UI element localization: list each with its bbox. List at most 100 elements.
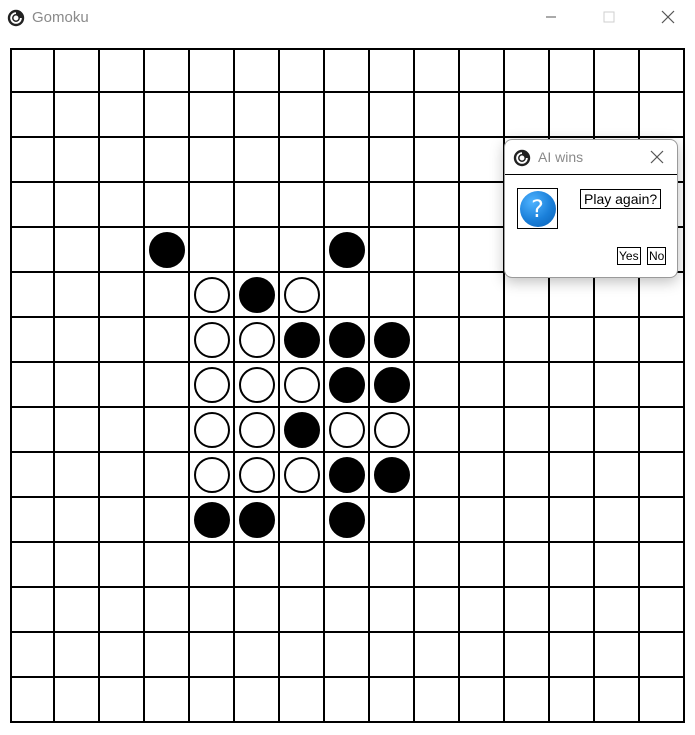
board-cell[interactable] xyxy=(145,633,190,678)
board-cell[interactable] xyxy=(235,588,280,633)
board-cell[interactable] xyxy=(325,408,370,453)
board-cell[interactable] xyxy=(640,498,685,543)
board-cell[interactable] xyxy=(415,93,460,138)
board-cell[interactable] xyxy=(325,138,370,183)
board-cell[interactable] xyxy=(460,543,505,588)
board-cell[interactable] xyxy=(10,93,55,138)
board-cell[interactable] xyxy=(370,138,415,183)
board-cell[interactable] xyxy=(55,363,100,408)
board-cell[interactable] xyxy=(370,183,415,228)
board-cell[interactable] xyxy=(280,633,325,678)
board-cell[interactable] xyxy=(595,588,640,633)
board-cell[interactable] xyxy=(460,93,505,138)
board-cell[interactable] xyxy=(370,633,415,678)
board-cell[interactable] xyxy=(550,678,595,723)
board-cell[interactable] xyxy=(325,453,370,498)
board-cell[interactable] xyxy=(550,318,595,363)
board-cell[interactable] xyxy=(550,48,595,93)
board-cell[interactable] xyxy=(550,408,595,453)
minimize-button[interactable] xyxy=(528,0,574,34)
board-cell[interactable] xyxy=(190,453,235,498)
board-cell[interactable] xyxy=(640,93,685,138)
board-cell[interactable] xyxy=(595,543,640,588)
board-cell[interactable] xyxy=(235,363,280,408)
board-cell[interactable] xyxy=(640,453,685,498)
board-cell[interactable] xyxy=(235,633,280,678)
board-cell[interactable] xyxy=(190,318,235,363)
board-cell[interactable] xyxy=(595,363,640,408)
board-cell[interactable] xyxy=(640,543,685,588)
board-cell[interactable] xyxy=(100,453,145,498)
board-cell[interactable] xyxy=(640,48,685,93)
board-cell[interactable] xyxy=(100,498,145,543)
board-cell[interactable] xyxy=(10,498,55,543)
board-cell[interactable] xyxy=(550,273,595,318)
board-cell[interactable] xyxy=(190,678,235,723)
board-cell[interactable] xyxy=(190,408,235,453)
board-cell[interactable] xyxy=(100,408,145,453)
board-cell[interactable] xyxy=(190,138,235,183)
board-cell[interactable] xyxy=(460,48,505,93)
board-cell[interactable] xyxy=(10,588,55,633)
board-cell[interactable] xyxy=(370,678,415,723)
board-cell[interactable] xyxy=(325,633,370,678)
board-cell[interactable] xyxy=(325,273,370,318)
board-cell[interactable] xyxy=(460,408,505,453)
board-cell[interactable] xyxy=(640,273,685,318)
board-cell[interactable] xyxy=(190,48,235,93)
board-cell[interactable] xyxy=(280,273,325,318)
board-cell[interactable] xyxy=(10,318,55,363)
board-cell[interactable] xyxy=(280,93,325,138)
board-cell[interactable] xyxy=(235,318,280,363)
board-cell[interactable] xyxy=(235,543,280,588)
board-cell[interactable] xyxy=(55,588,100,633)
board-cell[interactable] xyxy=(460,678,505,723)
board-cell[interactable] xyxy=(415,183,460,228)
board-cell[interactable] xyxy=(55,273,100,318)
board-cell[interactable] xyxy=(145,363,190,408)
board-cell[interactable] xyxy=(100,543,145,588)
board-cell[interactable] xyxy=(370,318,415,363)
board-cell[interactable] xyxy=(325,543,370,588)
board-cell[interactable] xyxy=(415,633,460,678)
board-cell[interactable] xyxy=(460,183,505,228)
board-cell[interactable] xyxy=(595,633,640,678)
board-cell[interactable] xyxy=(325,93,370,138)
board-cell[interactable] xyxy=(235,273,280,318)
board-cell[interactable] xyxy=(325,363,370,408)
board-cell[interactable] xyxy=(370,408,415,453)
board-cell[interactable] xyxy=(145,498,190,543)
board-cell[interactable] xyxy=(640,678,685,723)
board-cell[interactable] xyxy=(505,363,550,408)
board-cell[interactable] xyxy=(10,453,55,498)
board-cell[interactable] xyxy=(280,48,325,93)
board-cell[interactable] xyxy=(460,453,505,498)
board-cell[interactable] xyxy=(325,228,370,273)
board-cell[interactable] xyxy=(415,228,460,273)
board-cell[interactable] xyxy=(280,318,325,363)
board-cell[interactable] xyxy=(415,318,460,363)
board-cell[interactable] xyxy=(145,588,190,633)
board-cell[interactable] xyxy=(55,93,100,138)
board-cell[interactable] xyxy=(100,363,145,408)
maximize-button[interactable] xyxy=(586,0,632,34)
board-cell[interactable] xyxy=(145,138,190,183)
board-cell[interactable] xyxy=(505,633,550,678)
board-cell[interactable] xyxy=(145,408,190,453)
board-cell[interactable] xyxy=(280,678,325,723)
board-cell[interactable] xyxy=(325,678,370,723)
board-cell[interactable] xyxy=(415,138,460,183)
board-cell[interactable] xyxy=(415,48,460,93)
board-cell[interactable] xyxy=(595,498,640,543)
board-cell[interactable] xyxy=(550,363,595,408)
board-cell[interactable] xyxy=(280,588,325,633)
board-cell[interactable] xyxy=(55,318,100,363)
board-cell[interactable] xyxy=(460,588,505,633)
board-cell[interactable] xyxy=(460,633,505,678)
board-cell[interactable] xyxy=(100,318,145,363)
board-cell[interactable] xyxy=(235,48,280,93)
board-cell[interactable] xyxy=(370,273,415,318)
board-cell[interactable] xyxy=(505,273,550,318)
board-cell[interactable] xyxy=(460,228,505,273)
board-cell[interactable] xyxy=(280,228,325,273)
